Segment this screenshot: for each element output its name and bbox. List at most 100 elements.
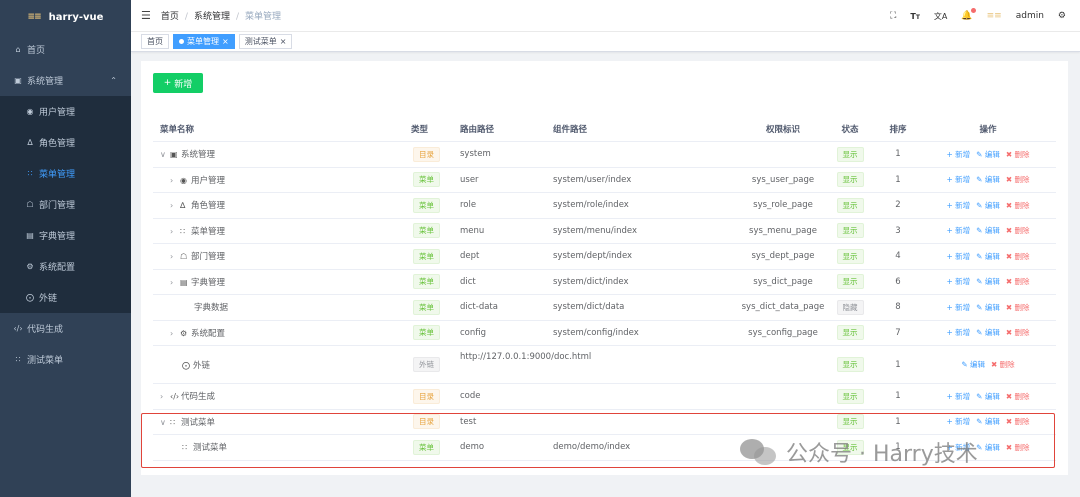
menu-name: 部门管理	[191, 252, 226, 263]
table-row: › ∆ 角色管理 菜单 role system/role/index sys_role_pa…	[153, 193, 1056, 219]
add-button[interactable]: + 新增	[946, 251, 970, 262]
close-icon[interactable]: ×	[280, 35, 287, 48]
del-button[interactable]: ✖ 删除	[1006, 276, 1030, 287]
cell-path: user	[460, 174, 479, 185]
del-button[interactable]: ✖ 删除	[991, 359, 1015, 370]
chevron-right-icon[interactable]: ›	[170, 176, 180, 185]
table-row: › ∷ 菜单管理 菜单 menu system/menu/index sys_menu_pa…	[153, 219, 1056, 244]
status-badge: 显示	[836, 357, 864, 372]
avatar[interactable]: ≡≡	[987, 11, 1002, 21]
chevron-right-icon[interactable]: ›	[170, 227, 180, 236]
status-badge: 显示	[836, 197, 864, 213]
cell-ops: + 新增 ✎ 编辑 ✖ 删除	[928, 174, 1048, 185]
add-button[interactable]: + 新增	[946, 200, 970, 211]
add-button-label: 新增	[174, 79, 193, 90]
edit-button[interactable]: ✎ 编辑	[976, 416, 1000, 427]
chevron-right-icon[interactable]: ›	[170, 201, 180, 210]
add-label: 新增	[955, 442, 971, 452]
del-button[interactable]: ✖ 删除	[1006, 302, 1030, 313]
del-label: 删除	[1014, 251, 1030, 261]
edit-button[interactable]: ✎ 编辑	[976, 327, 1000, 338]
plus-icon: +	[946, 226, 956, 236]
chevron-down-icon[interactable]: ∨	[160, 418, 170, 427]
table-row: ∨ ∷ 测试菜单 目录 test 显示 1 + 新增 ✎ 编辑 ✖ 删除	[153, 410, 1056, 435]
app-logo[interactable]: ≡≡ harry-vue	[0, 0, 131, 34]
sidebar-item[interactable]: ▣ 系统管理 ⌃	[0, 65, 131, 96]
cell-type: 目录	[413, 388, 440, 404]
sidebar-item[interactable]: ∷ 菜单管理	[0, 158, 131, 189]
cell-component: system/dept/index	[553, 251, 633, 262]
edit-button[interactable]: ✎ 编辑	[976, 200, 1000, 211]
breadcrumb-item-system[interactable]: 系统管理	[194, 12, 230, 22]
edit-button[interactable]: ✎ 编辑	[976, 302, 1000, 313]
sidebar-item[interactable]: ◉ 用户管理	[0, 96, 131, 127]
del-button[interactable]: ✖ 删除	[1006, 251, 1030, 262]
edit-button[interactable]: ✎ 编辑	[976, 225, 1000, 236]
del-label: 删除	[1014, 226, 1030, 236]
chevron-right-icon[interactable]: ›	[170, 329, 180, 338]
add-button[interactable]: + 新增	[153, 73, 203, 93]
breadcrumb-item-home[interactable]: 首页	[161, 12, 179, 22]
bell-icon[interactable]: 🔔	[961, 8, 976, 21]
cell-path: dept	[460, 251, 480, 262]
breadcrumb: 首页 / 系统管理 / 菜单管理	[160, 12, 282, 22]
sidebar-item-label: 用户管理	[39, 108, 76, 118]
tab-0[interactable]: 首页	[141, 34, 169, 49]
del-button[interactable]: ✖ 删除	[1006, 200, 1030, 211]
del-button[interactable]: ✖ 删除	[1006, 225, 1030, 236]
cell-name: › ∷ 菜单管理	[170, 225, 225, 237]
close-icon[interactable]: ×	[222, 35, 229, 48]
del-button[interactable]: ✖ 删除	[1006, 416, 1030, 427]
edit-button[interactable]: ✎ 编辑	[976, 391, 1000, 402]
edit-button[interactable]: ✎ 编辑	[976, 442, 1000, 453]
del-button[interactable]: ✖ 删除	[1006, 149, 1030, 160]
tab-2[interactable]: 测试菜单 ×	[238, 34, 293, 49]
add-button[interactable]: + 新增	[946, 327, 970, 338]
chevron-right-icon[interactable]: ›	[160, 392, 170, 401]
cell-sort: 1	[895, 442, 901, 453]
add-label: 新增	[955, 149, 971, 159]
sidebar-item[interactable]: ⚙ 系统配置	[0, 251, 131, 282]
edit-button[interactable]: ✎ 编辑	[961, 359, 985, 370]
sidebar-item[interactable]: ▤ 字典管理	[0, 220, 131, 251]
username[interactable]: admin	[1016, 11, 1044, 21]
hamburger-icon[interactable]: ☰	[141, 9, 151, 22]
menu-name: 用户管理	[191, 175, 226, 186]
cell-path: dict	[460, 276, 476, 287]
edit-button[interactable]: ✎ 编辑	[976, 251, 1000, 262]
plus-icon: +	[946, 251, 956, 261]
sidebar-item[interactable]: ∷ 测试菜单	[0, 344, 131, 375]
settings-icon[interactable]: ⚙	[1058, 11, 1066, 21]
add-button[interactable]: + 新增	[946, 225, 970, 236]
edit-button[interactable]: ✎ 编辑	[976, 276, 1000, 287]
sidebar-item[interactable]: ⨀ 外链	[0, 282, 131, 313]
home-icon: ⌂	[15, 45, 21, 54]
add-button[interactable]: + 新增	[946, 276, 970, 287]
sidebar-item[interactable]: ∆ 角色管理	[0, 127, 131, 158]
sidebar-item[interactable]: ☖ 部门管理	[0, 189, 131, 220]
chevron-right-icon[interactable]: ›	[170, 252, 180, 261]
edit-button[interactable]: ✎ 编辑	[976, 149, 1000, 160]
add-button[interactable]: + 新增	[946, 149, 970, 160]
translate-icon[interactable]: 文A	[934, 11, 947, 22]
font-size-icon[interactable]: TT	[910, 12, 920, 21]
add-button[interactable]: + 新增	[946, 174, 970, 185]
cell-perm: sys_menu_page	[749, 225, 817, 236]
edit-button[interactable]: ✎ 编辑	[976, 174, 1000, 185]
tab-1[interactable]: 菜单管理 ×	[173, 34, 235, 49]
chevron-down-icon[interactable]: ∨	[160, 150, 170, 159]
del-button[interactable]: ✖ 删除	[1006, 442, 1030, 453]
add-button[interactable]: + 新增	[946, 442, 970, 453]
sidebar-item[interactable]: ⌂ 首页	[0, 34, 131, 65]
add-button[interactable]: + 新增	[946, 416, 970, 427]
edit-label: 编辑	[984, 149, 1000, 159]
del-button[interactable]: ✖ 删除	[1006, 327, 1030, 338]
add-button[interactable]: + 新增	[946, 302, 970, 313]
chevron-right-icon[interactable]: ›	[170, 278, 180, 287]
edit-label: 编辑	[984, 328, 1000, 338]
fullscreen-icon[interactable]: ⛶	[890, 11, 896, 21]
sidebar-item[interactable]: ‹/› 代码生成	[0, 313, 131, 344]
del-button[interactable]: ✖ 删除	[1006, 391, 1030, 402]
add-button[interactable]: + 新增	[946, 391, 970, 402]
del-button[interactable]: ✖ 删除	[1006, 174, 1030, 185]
